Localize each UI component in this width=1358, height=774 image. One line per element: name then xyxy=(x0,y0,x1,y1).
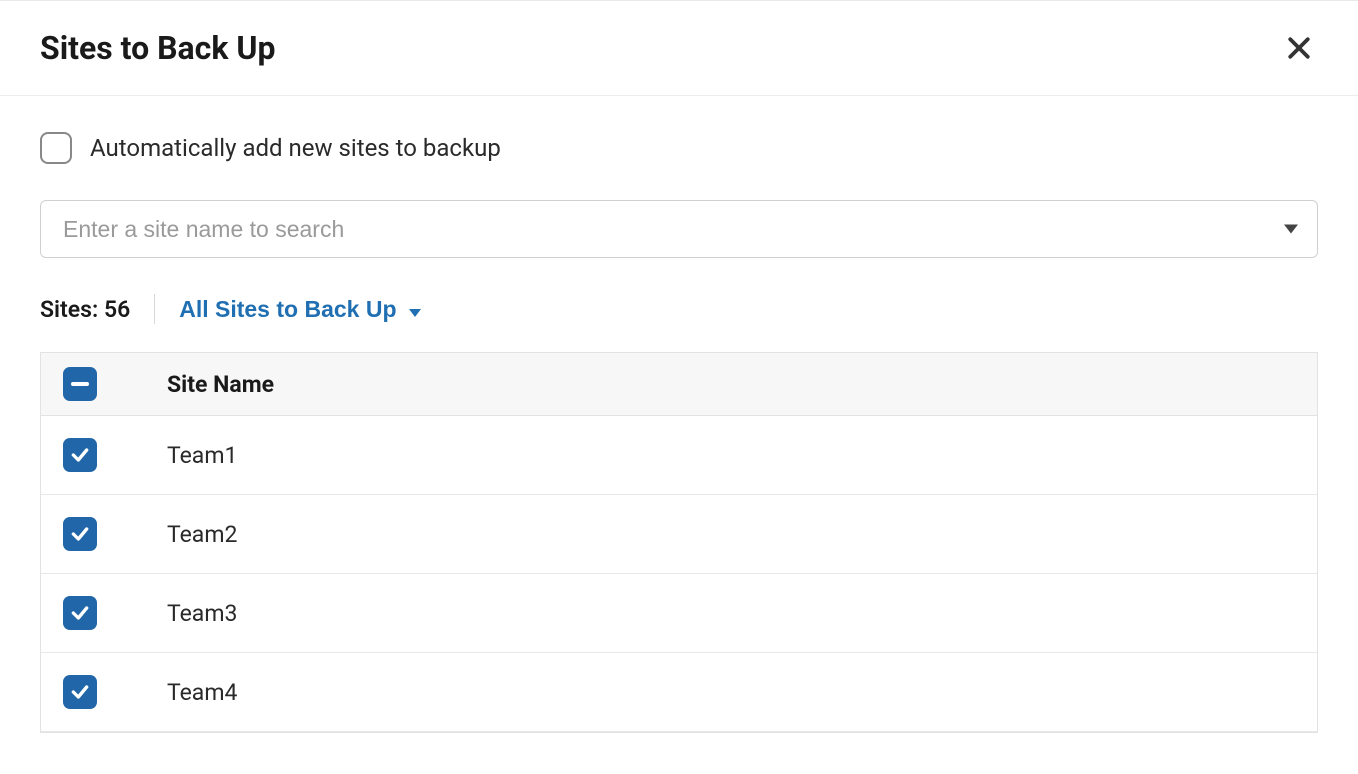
column-header-site-name: Site Name xyxy=(167,371,274,398)
auto-add-label: Automatically add new sites to backup xyxy=(90,134,501,162)
sites-count: Sites: 56 xyxy=(40,296,130,323)
site-name: Team1 xyxy=(167,442,237,469)
row-checkbox[interactable] xyxy=(63,517,97,551)
table-row: Team1 xyxy=(41,416,1317,495)
row-checkbox[interactable] xyxy=(63,675,97,709)
table-row: Team3 xyxy=(41,574,1317,653)
modal-content: Automatically add new sites to backup Si… xyxy=(0,96,1358,733)
check-icon xyxy=(70,603,90,623)
table-row: Team2 xyxy=(41,495,1317,574)
check-icon xyxy=(70,682,90,702)
sites-count-value: 56 xyxy=(104,296,130,323)
caret-down-icon xyxy=(409,296,421,323)
close-icon xyxy=(1284,33,1314,63)
modal-title: Sites to Back Up xyxy=(40,29,275,67)
close-button[interactable] xyxy=(1280,29,1318,67)
select-all-checkbox[interactable] xyxy=(63,367,97,401)
table-row: Team4 xyxy=(41,653,1317,732)
sites-table: Site Name Team1 Team2 Team3 Team4 xyxy=(40,352,1318,733)
auto-add-option: Automatically add new sites to backup xyxy=(40,132,1318,164)
table-body: Team1 Team2 Team3 Team4 xyxy=(41,416,1317,732)
meta-row: Sites: 56 All Sites to Back Up xyxy=(40,294,1318,324)
filter-dropdown-label: All Sites to Back Up xyxy=(179,296,396,323)
sites-backup-modal: Sites to Back Up Automatically add new s… xyxy=(0,0,1358,774)
check-icon xyxy=(70,445,90,465)
site-name: Team3 xyxy=(167,600,237,627)
vertical-divider xyxy=(154,294,155,324)
table-header: Site Name xyxy=(41,353,1317,416)
search-wrapper xyxy=(40,200,1318,258)
site-name: Team2 xyxy=(167,521,237,548)
sites-count-label: Sites: xyxy=(40,296,98,323)
check-icon xyxy=(70,524,90,544)
auto-add-checkbox[interactable] xyxy=(40,132,72,164)
filter-dropdown[interactable]: All Sites to Back Up xyxy=(179,296,420,323)
row-checkbox[interactable] xyxy=(63,596,97,630)
search-input[interactable] xyxy=(40,200,1318,258)
site-name: Team4 xyxy=(167,679,237,706)
row-checkbox[interactable] xyxy=(63,438,97,472)
indeterminate-icon xyxy=(71,382,89,386)
modal-header: Sites to Back Up xyxy=(0,0,1358,96)
